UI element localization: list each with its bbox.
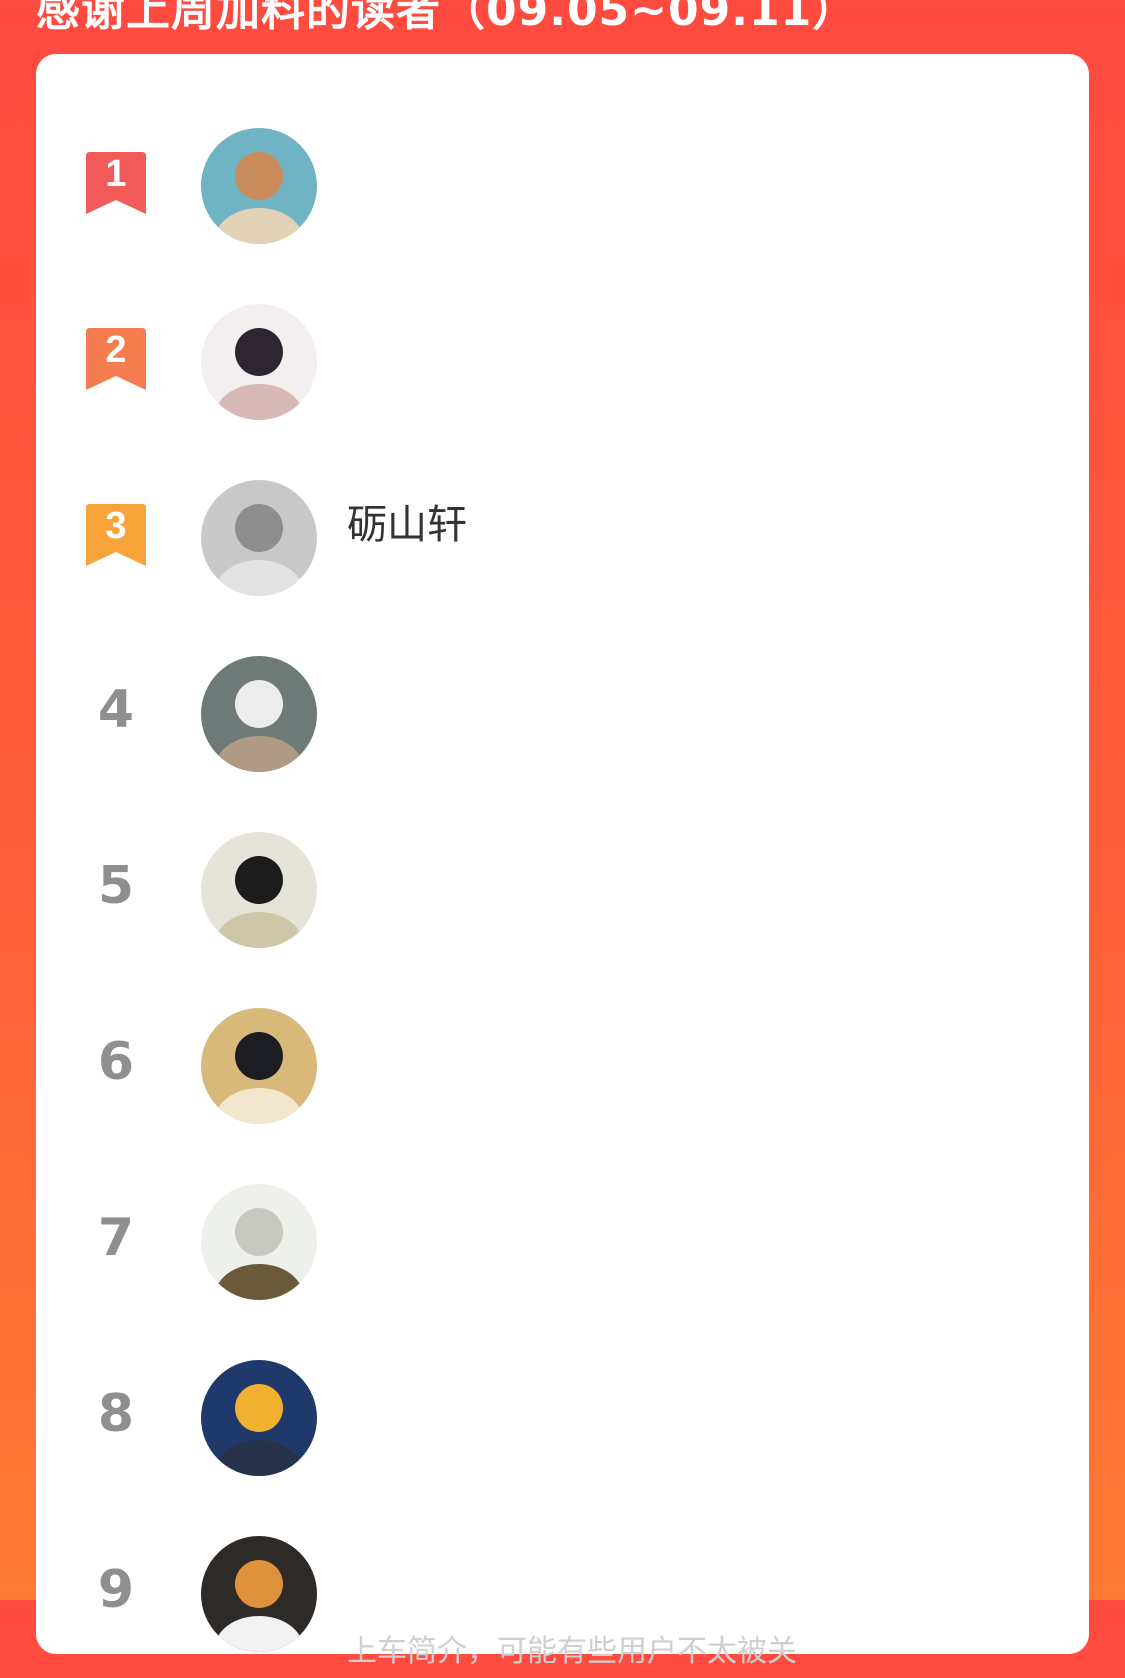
user-name: 砺山轩 (347, 502, 467, 548)
list-item[interactable]: 9 上车简介，可能有些用户不太被关 (36, 1498, 1089, 1678)
list-item[interactable]: 8 (36, 1322, 1089, 1502)
avatar[interactable] (201, 832, 317, 948)
rank-badge-icon: 1 (86, 152, 146, 214)
list-item[interactable]: 5 (36, 794, 1089, 974)
avatar[interactable] (201, 1008, 317, 1124)
list-item[interactable]: 6 (36, 970, 1089, 1150)
list-item[interactable]: 4 (36, 618, 1089, 798)
rank-number: 5 (97, 856, 135, 916)
list-item[interactable]: 7 (36, 1146, 1089, 1326)
avatar[interactable] (201, 1536, 317, 1652)
rank-badge-icon: 3 (86, 504, 146, 566)
user-description: 上车简介，可能有些用户不太被关 (347, 1634, 797, 1669)
rank-number: 4 (97, 680, 135, 740)
page-title: 感谢上周加料的读者（09.05~09.11） (36, 0, 858, 36)
rank-number: 1 (105, 153, 126, 195)
rank-number: 9 (97, 1560, 135, 1620)
avatar[interactable] (201, 128, 317, 244)
list-item[interactable]: 2 (36, 266, 1089, 446)
rank-number: 3 (105, 505, 126, 547)
rank-number: 7 (97, 1208, 135, 1268)
rank-badge-icon: 2 (86, 328, 146, 390)
rank-number: 6 (97, 1032, 135, 1092)
list-item[interactable]: 1 (36, 90, 1089, 270)
list-item[interactable]: 3 砺山轩 (36, 442, 1089, 622)
avatar[interactable] (201, 304, 317, 420)
leaderboard-card: 1 2 3 砺山轩 4 5 6 7 8 9 上车简介，可能有些用户不太被关 (36, 54, 1089, 1669)
rank-number: 8 (97, 1384, 135, 1444)
avatar[interactable] (201, 480, 317, 596)
avatar[interactable] (201, 1184, 317, 1300)
rank-number: 2 (105, 329, 126, 371)
avatar[interactable] (201, 656, 317, 772)
avatar[interactable] (201, 1360, 317, 1476)
